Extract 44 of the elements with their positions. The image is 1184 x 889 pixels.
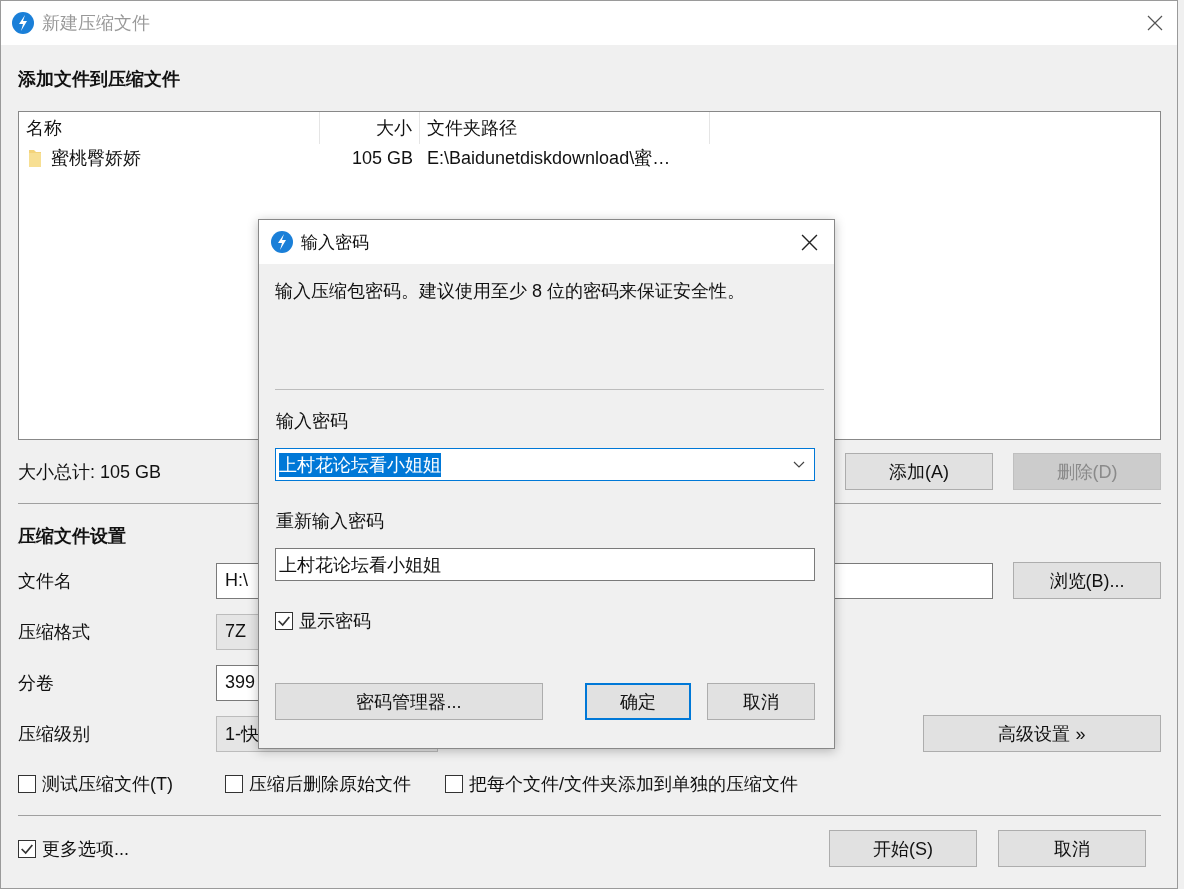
- close-icon[interactable]: [801, 233, 818, 251]
- dialog-button[interactable]: 取消: [707, 683, 815, 720]
- checkbox-label: 显示密码: [299, 610, 371, 633]
- dialog-button[interactable]: 密码管理器...: [275, 683, 543, 720]
- checkbox[interactable]: [18, 839, 36, 858]
- checkbox-label: 测试压缩文件(T): [42, 773, 173, 796]
- file-size: 105 GB: [350, 147, 414, 169]
- window-title: 新建压缩文件: [42, 12, 150, 35]
- checkbox[interactable]: [275, 612, 293, 630]
- field-label: 压缩级别: [18, 722, 91, 746]
- total-size: 大小总计: 105 GB: [18, 460, 162, 484]
- action-button[interactable]: 添加(A): [845, 453, 993, 490]
- footer-button[interactable]: 取消: [998, 830, 1146, 867]
- checkbox[interactable]: [18, 775, 36, 793]
- section-heading: 添加文件到压缩文件: [18, 68, 181, 91]
- column-header[interactable]: 名称: [19, 112, 320, 144]
- checkbox[interactable]: [445, 775, 463, 793]
- advanced-settings-button[interactable]: 高级设置 »: [923, 715, 1161, 752]
- section-heading: 压缩文件设置: [18, 525, 127, 548]
- dialog-button[interactable]: 确定: [585, 683, 691, 720]
- dialog-title: 输入密码: [301, 231, 369, 254]
- checkbox-label: 更多选项...: [42, 837, 129, 861]
- lightning-bolt-icon: [271, 231, 293, 253]
- caret-icon: [793, 460, 805, 469]
- lightning-bolt-icon: [12, 12, 34, 34]
- field-label: 文件名: [18, 569, 73, 593]
- password-field[interactable]: 上村花论坛看小姐姐: [275, 548, 815, 581]
- checkbox[interactable]: [225, 775, 243, 793]
- field-label: 输入密码: [275, 410, 349, 433]
- checkbox-label: 把每个文件/文件夹添加到单独的压缩文件: [469, 773, 798, 796]
- field-label: 重新输入密码: [275, 510, 385, 533]
- column-header[interactable]: 大小: [320, 112, 420, 144]
- field-label: 分卷: [18, 671, 55, 695]
- dialog-message: 输入压缩包密码。建议使用至少 8 位的密码来保证安全性。: [275, 280, 746, 303]
- close-icon[interactable]: [1147, 15, 1163, 31]
- folder-icon: [28, 148, 42, 168]
- file-name: 蜜桃臀娇娇: [51, 147, 141, 170]
- column-header[interactable]: 文件夹路径: [420, 112, 710, 144]
- browse-button[interactable]: 浏览(B)...: [1013, 562, 1161, 599]
- checkbox-label: 压缩后删除原始文件: [249, 773, 411, 796]
- file-path: E:\Baidunetdiskdownload\蜜…: [426, 147, 672, 170]
- footer-button[interactable]: 开始(S): [829, 830, 977, 867]
- field-label: 压缩格式: [18, 620, 91, 644]
- password-combo-field[interactable]: 上村花论坛看小姐姐: [275, 448, 815, 481]
